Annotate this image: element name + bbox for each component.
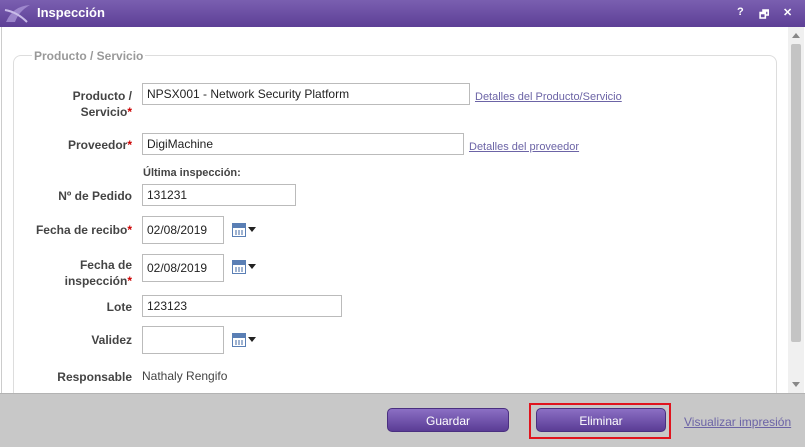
- chevron-down-icon[interactable]: [248, 264, 256, 269]
- ultima-inspeccion-label: Última inspección:: [143, 167, 241, 179]
- proveedor-label: Proveedor*: [42, 137, 132, 153]
- producto-label-line2: Servicio: [80, 105, 128, 119]
- chevron-down-icon[interactable]: [248, 227, 256, 232]
- scroll-down-icon[interactable]: [792, 382, 800, 387]
- dialog-content: Producto / Servicio Producto / Servicio*…: [1, 27, 789, 393]
- inspeccion-date-input[interactable]: [142, 254, 224, 282]
- validez-date-input[interactable]: [142, 326, 224, 354]
- required-mark: *: [127, 274, 132, 288]
- responsable-value: Nathaly Rengifo: [142, 369, 228, 383]
- producto-input[interactable]: [142, 83, 470, 105]
- chevron-down-icon[interactable]: [248, 337, 256, 342]
- required-mark: *: [127, 105, 132, 119]
- lote-label: Lote: [106, 300, 132, 314]
- window-title: Inspección: [37, 5, 105, 20]
- pedido-input[interactable]: [142, 184, 296, 206]
- required-mark: *: [127, 138, 132, 152]
- pedido-label: Nº de Pedido: [58, 189, 132, 203]
- responsable-label: Responsable: [57, 370, 132, 384]
- scroll-up-icon[interactable]: [792, 33, 800, 38]
- producto-label: Producto / Servicio*: [42, 88, 132, 120]
- app-logo-icon: [4, 5, 30, 23]
- calendar-icon[interactable]: [232, 260, 246, 274]
- title-bar: Inspección ? 🗗 ✕: [0, 0, 805, 27]
- guardar-button[interactable]: Guardar: [387, 408, 509, 432]
- calendar-icon[interactable]: [232, 223, 246, 237]
- calendar-icon[interactable]: [232, 333, 246, 347]
- proveedor-details-link[interactable]: Detalles del proveedor: [469, 141, 579, 153]
- dialog-footer: Guardar Eliminar Visualizar impresión: [0, 393, 805, 447]
- validez-label: Validez: [91, 333, 132, 347]
- recibo-label: Fecha de recibo*: [32, 222, 132, 238]
- recibo-date-input[interactable]: [142, 216, 224, 244]
- inspeccion-label: Fecha de inspección*: [32, 257, 132, 289]
- help-button[interactable]: ?: [737, 6, 744, 18]
- inspeccion-label-line1: Fecha de: [79, 258, 132, 272]
- proveedor-input[interactable]: [142, 133, 464, 155]
- restore-button[interactable]: 🗗: [759, 6, 769, 25]
- inspeccion-label-line2: inspección: [64, 274, 128, 288]
- visualizar-impresion-link[interactable]: Visualizar impresión: [684, 415, 799, 429]
- lote-input[interactable]: [142, 295, 342, 317]
- eliminar-button[interactable]: Eliminar: [536, 408, 666, 432]
- close-button[interactable]: ✕: [783, 6, 792, 19]
- proveedor-label-text: Proveedor: [67, 138, 128, 152]
- vertical-scrollbar[interactable]: [788, 27, 804, 393]
- producto-label-line1: Producto /: [72, 89, 132, 103]
- producto-details-link[interactable]: Detalles del Producto/Servicio: [475, 91, 622, 103]
- required-mark: *: [127, 223, 132, 237]
- section-legend: Producto / Servicio: [32, 49, 146, 63]
- scrollbar-thumb[interactable]: [791, 44, 801, 342]
- recibo-label-text: Fecha de recibo: [35, 223, 128, 237]
